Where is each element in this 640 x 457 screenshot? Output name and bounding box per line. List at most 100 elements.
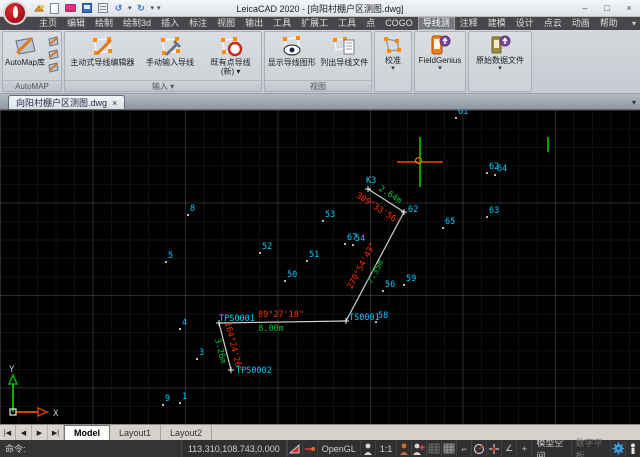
calibrate-dropdown-icon: ▾ [391,65,395,72]
command-prompt-label: 命令: [5,442,26,455]
layout-tab-layout2[interactable]: Layout2 [161,425,212,440]
ribbon-panel-automap: AutoMap库 AutoMAP [2,31,62,92]
existing-point-traverse-label2: (新) ▾ [221,67,241,76]
point-label: 3 [199,348,204,358]
layout-tab-layout1[interactable]: Layout1 [110,425,161,440]
automap-small-2-icon[interactable] [47,48,60,60]
tab-overflow-icon[interactable]: ▾ [632,98,636,107]
ribbon-collapse-icon[interactable]: ▾ [632,17,636,30]
point-marker [306,260,308,262]
grid-icon[interactable] [441,441,456,456]
drawing-canvas[interactable]: 6162646365538552515067545956584391 K362T… [0,110,640,424]
graphics-driver-label[interactable]: OpenGL [317,441,360,456]
document-tab[interactable]: 向阳村棚户区测图.dwg × [8,95,125,109]
point-marker [322,220,324,222]
point-label: 52 [262,242,272,252]
show-traverse-icon [279,34,305,58]
menu-tab-0[interactable]: 主页 [34,17,62,30]
first-layout-icon[interactable]: |◀ [0,425,16,440]
automap-map-icon [12,34,38,58]
menu-tab-12[interactable]: COGO [380,17,418,30]
window-title: LeicaCAD 2020 - [向阳村棚户区测图.dwg] [0,2,640,15]
document-tab-close-icon[interactable]: × [112,98,117,108]
point-marker [179,402,181,404]
menu-tab-2[interactable]: 绘制 [90,17,118,30]
menu-tab-8[interactable]: 工具 [268,17,296,30]
app-logo-icon[interactable] [3,1,27,25]
paper-space-icon[interactable] [287,441,302,456]
automap-small-1-icon[interactable] [47,35,60,47]
point-label: 54 [355,234,365,244]
point-label: 59 [406,274,416,284]
maximize-button[interactable]: □ [596,0,618,16]
isolate-objects-icon[interactable] [625,441,640,456]
menu-tab-10[interactable]: 工具 [333,17,361,30]
annotation-autoscale-icon[interactable] [396,441,411,456]
object-tracking-icon[interactable]: ∠ [501,441,516,456]
calibrate-button[interactable]: 校准 ▾ [380,33,406,90]
fieldgenius-label: FieldGenius [419,56,462,65]
fieldgenius-dropdown-icon: ▾ [438,65,442,72]
point-marker [403,284,405,286]
manual-traverse-button[interactable]: 手动输入导线 [140,33,200,79]
traverse-editor-button[interactable]: 主动式导线编辑器 [66,33,138,79]
model-space-button[interactable]: 模型空间 [531,441,570,456]
distance-label: 8.00m [258,324,284,334]
crosshair-icon[interactable]: + [516,441,531,456]
list-traverse-file-label: 列出导线文件 [320,58,368,67]
menu-tab-5[interactable]: 标注 [184,17,212,30]
menu-tab-13[interactable]: 导线测 [418,17,455,30]
traverse-editor-icon [89,34,115,58]
show-traverse-label: 显示导线图形 [268,58,316,67]
menu-tab-6[interactable]: 视图 [212,17,240,30]
polar-tracking-icon[interactable] [471,441,486,456]
ribbon-panel-rawdata: 原始数据文件 ▾ [468,31,532,92]
point-marker [187,214,189,216]
fieldgenius-button[interactable]: FieldGenius ▾ [418,33,463,90]
object-snap-icon[interactable] [486,441,501,456]
panel-title-input[interactable]: 输入 ▾ [65,80,261,91]
menu-tab-19[interactable]: 帮助 [595,17,623,30]
annotation-visibility-icon[interactable] [360,441,375,456]
minimize-button[interactable]: – [574,0,596,16]
annotation-scale-label[interactable]: 1:1 [375,441,397,456]
close-button[interactable]: × [618,0,640,16]
point-label: 50 [287,270,297,280]
menu-tab-16[interactable]: 设计 [511,17,539,30]
menu-tab-1[interactable]: 编辑 [62,17,90,30]
menu-tab-11[interactable]: 点 [361,17,380,30]
point-marker [259,252,261,254]
leica-leaf-icon [13,6,18,18]
automap-library-button[interactable]: AutoMap库 [4,33,46,79]
menu-tab-3[interactable]: 绘制3d [118,17,156,30]
viewport-lock-icon[interactable] [302,441,317,456]
menu-tab-14[interactable]: 注释 [455,17,483,30]
point-marker [352,244,354,246]
settings-gear-icon[interactable] [610,441,625,456]
menu-tab-17[interactable]: 点云 [539,17,567,30]
menu-tab-15[interactable]: 建模 [483,17,511,30]
menu-tab-7[interactable]: 输出 [240,17,268,30]
prev-layout-icon[interactable]: ◀ [16,425,32,440]
snap-icon[interactable] [426,441,441,456]
automap-small-3-icon[interactable] [47,61,60,73]
last-layout-icon[interactable]: ▶| [48,425,64,440]
point-marker [382,290,384,292]
menu-tab-9[interactable]: 扩展工 [296,17,333,30]
menu-tab-4[interactable]: 插入 [156,17,184,30]
traverse-lines [0,110,640,424]
raw-data-file-button[interactable]: 原始数据文件 ▾ [475,33,525,90]
point-label: 5 [168,251,173,261]
ortho-icon[interactable]: ⌐ [456,441,471,456]
existing-point-traverse-button[interactable]: 既有点导线 (新) ▾ [202,33,260,79]
command-line[interactable]: 命令: [0,440,182,457]
menu-tab-18[interactable]: 动画 [567,17,595,30]
next-layout-icon[interactable]: ▶ [32,425,48,440]
coordinates-display[interactable]: 113.310,108.743,0.000 [182,440,287,457]
point-label: 56 [385,280,395,290]
digitizer-button[interactable]: 数字平板 [571,441,610,456]
list-traverse-file-button[interactable]: 列出导线文件 [319,33,371,79]
layout-tab-model[interactable]: Model [64,425,110,440]
show-traverse-button[interactable]: 显示导线图形 [266,33,318,79]
add-scales-icon[interactable] [411,441,426,456]
